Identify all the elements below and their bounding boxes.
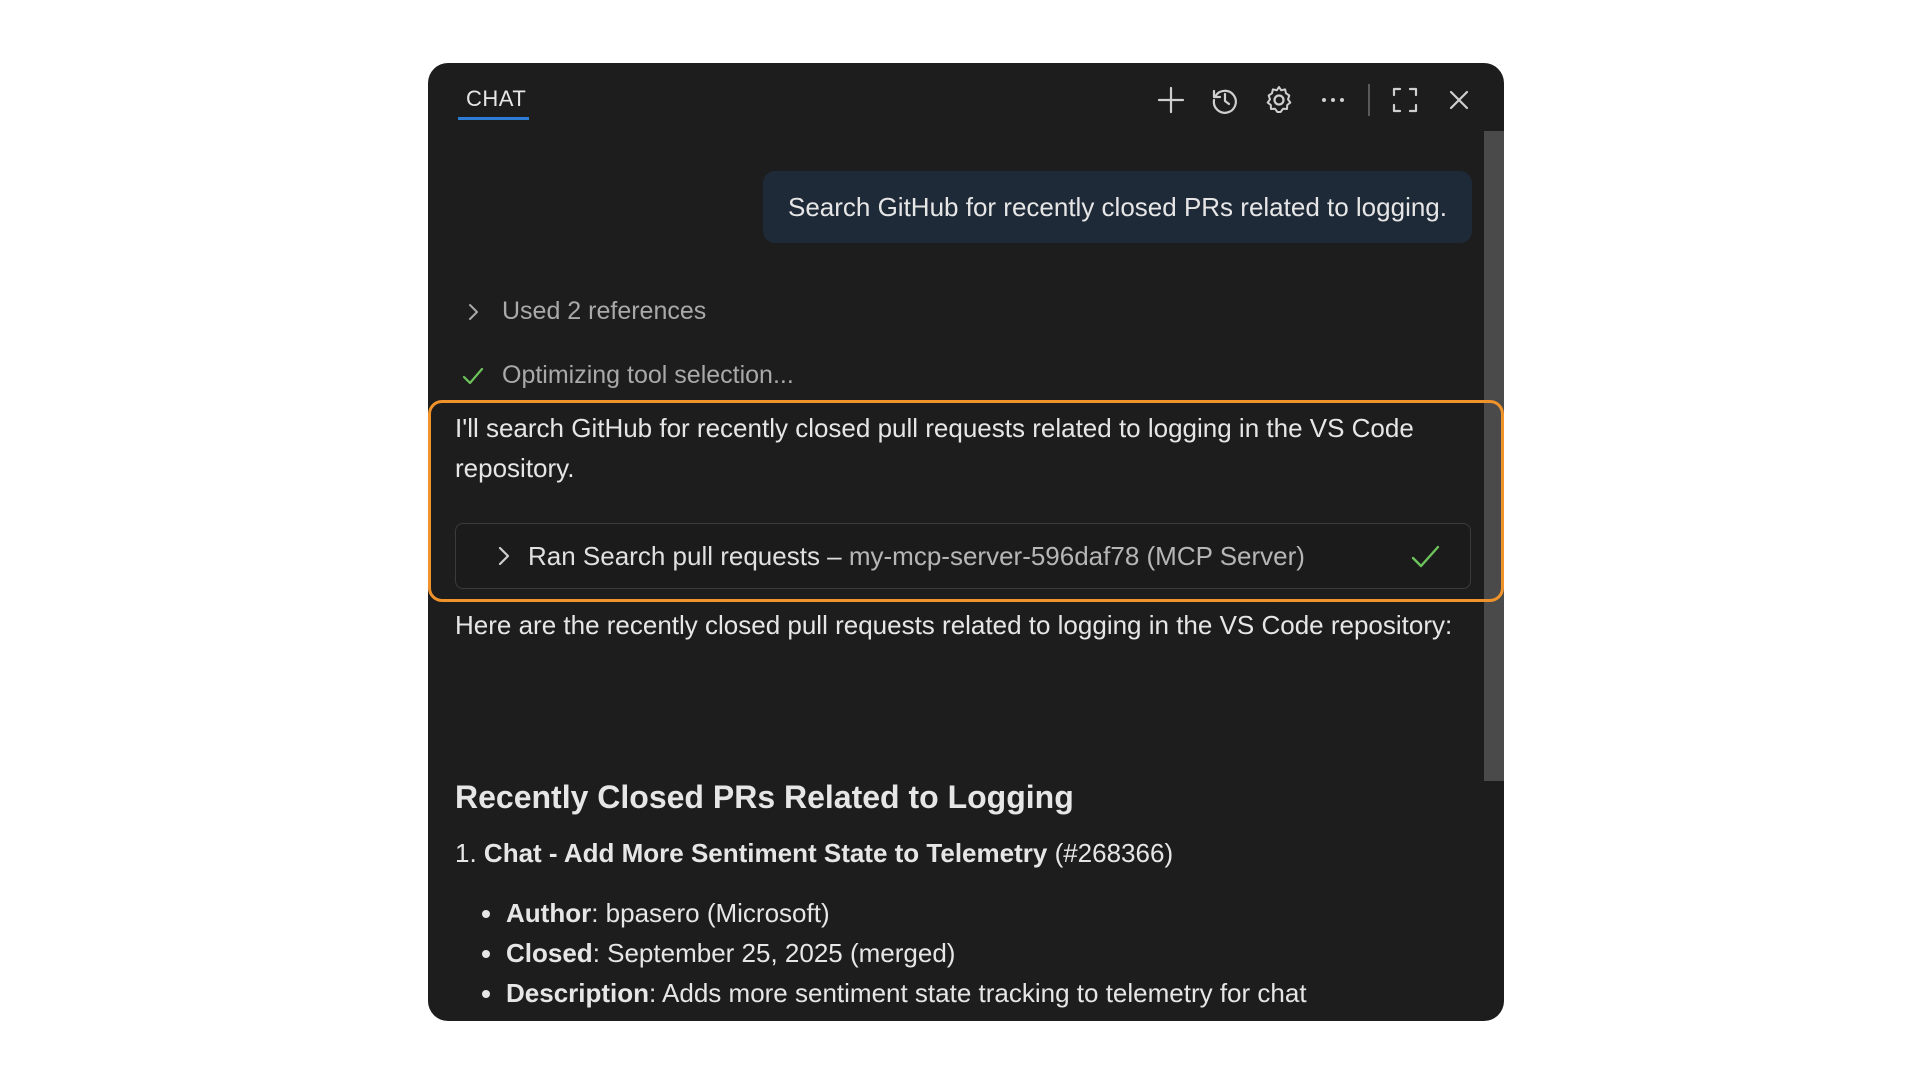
intro-text: I'll search GitHub for recently closed p… — [455, 413, 1414, 483]
detail-author: Author: bpasero (Microsoft) — [482, 893, 1442, 933]
settings-button[interactable] — [1258, 79, 1300, 121]
item-details: Author: bpasero (Microsoft) Closed: Sept… — [482, 893, 1442, 1021]
item-number: 1. — [455, 838, 477, 868]
item-pr-number: (#268366) — [1054, 838, 1174, 868]
close-button[interactable] — [1438, 79, 1480, 121]
chat-header: CHAT — [428, 63, 1504, 133]
plus-icon — [1157, 86, 1185, 114]
detail-value: : bpasero (Microsoft) — [591, 898, 830, 928]
detail-closed: Closed: September 25, 2025 (merged) — [482, 933, 1442, 973]
list-item: 1. Chat - Add More Sentiment State to Te… — [455, 833, 1173, 873]
header-actions — [1138, 79, 1480, 121]
references-label: Used 2 references — [502, 297, 707, 325]
chevron-right-icon — [498, 546, 510, 566]
scrollbar-thumb[interactable] — [1484, 131, 1504, 781]
summary-text: Here are the recently closed pull reques… — [455, 610, 1453, 640]
detail-label: Author — [506, 898, 592, 928]
check-icon — [1411, 545, 1440, 568]
active-tab-indicator — [458, 117, 529, 120]
gear-icon — [1266, 86, 1292, 113]
ellipsis-icon — [1322, 98, 1344, 102]
more-actions-button[interactable] — [1312, 79, 1354, 121]
new-chat-button[interactable] — [1150, 79, 1192, 121]
item-title: Chat - Add More Sentiment State to Telem… — [483, 838, 1048, 868]
toolbar-separator — [1368, 84, 1370, 116]
references-toggle[interactable]: Used 2 references — [460, 297, 706, 326]
maximize-icon — [1392, 87, 1418, 113]
chevron-right-icon — [469, 303, 478, 320]
history-button[interactable] — [1204, 79, 1246, 121]
check-icon — [462, 367, 484, 384]
section-heading: Recently Closed PRs Related to Logging — [455, 779, 1074, 815]
detail-description: Description: Adds more sentiment state t… — [482, 973, 1442, 1021]
tool-call-server: my-mcp-server-596daf78 (MCP Server) — [848, 540, 1305, 571]
close-icon — [1449, 90, 1469, 110]
detail-label: Closed — [506, 938, 593, 968]
history-icon — [1212, 89, 1237, 114]
status-label: Optimizing tool selection... — [502, 361, 794, 389]
tool-call-row[interactable]: Ran Search pull requests – my-mcp-server… — [455, 523, 1471, 589]
detail-value: : September 25, 2025 (merged) — [592, 938, 956, 968]
tab-chat[interactable]: CHAT — [462, 82, 530, 122]
user-message: Search GitHub for recently closed PRs re… — [762, 171, 1472, 243]
detail-label: Description — [506, 978, 650, 1008]
tool-call-prefix: Ran Search pull requests – — [528, 540, 849, 571]
maximize-button[interactable] — [1384, 79, 1426, 121]
tool-call-text: Ran Search pull requests – my-mcp-server… — [528, 541, 1305, 572]
status-row: Optimizing tool selection... — [460, 361, 794, 390]
chat-panel: CHAT Search GitHub for recently closed P… — [428, 63, 1504, 1021]
